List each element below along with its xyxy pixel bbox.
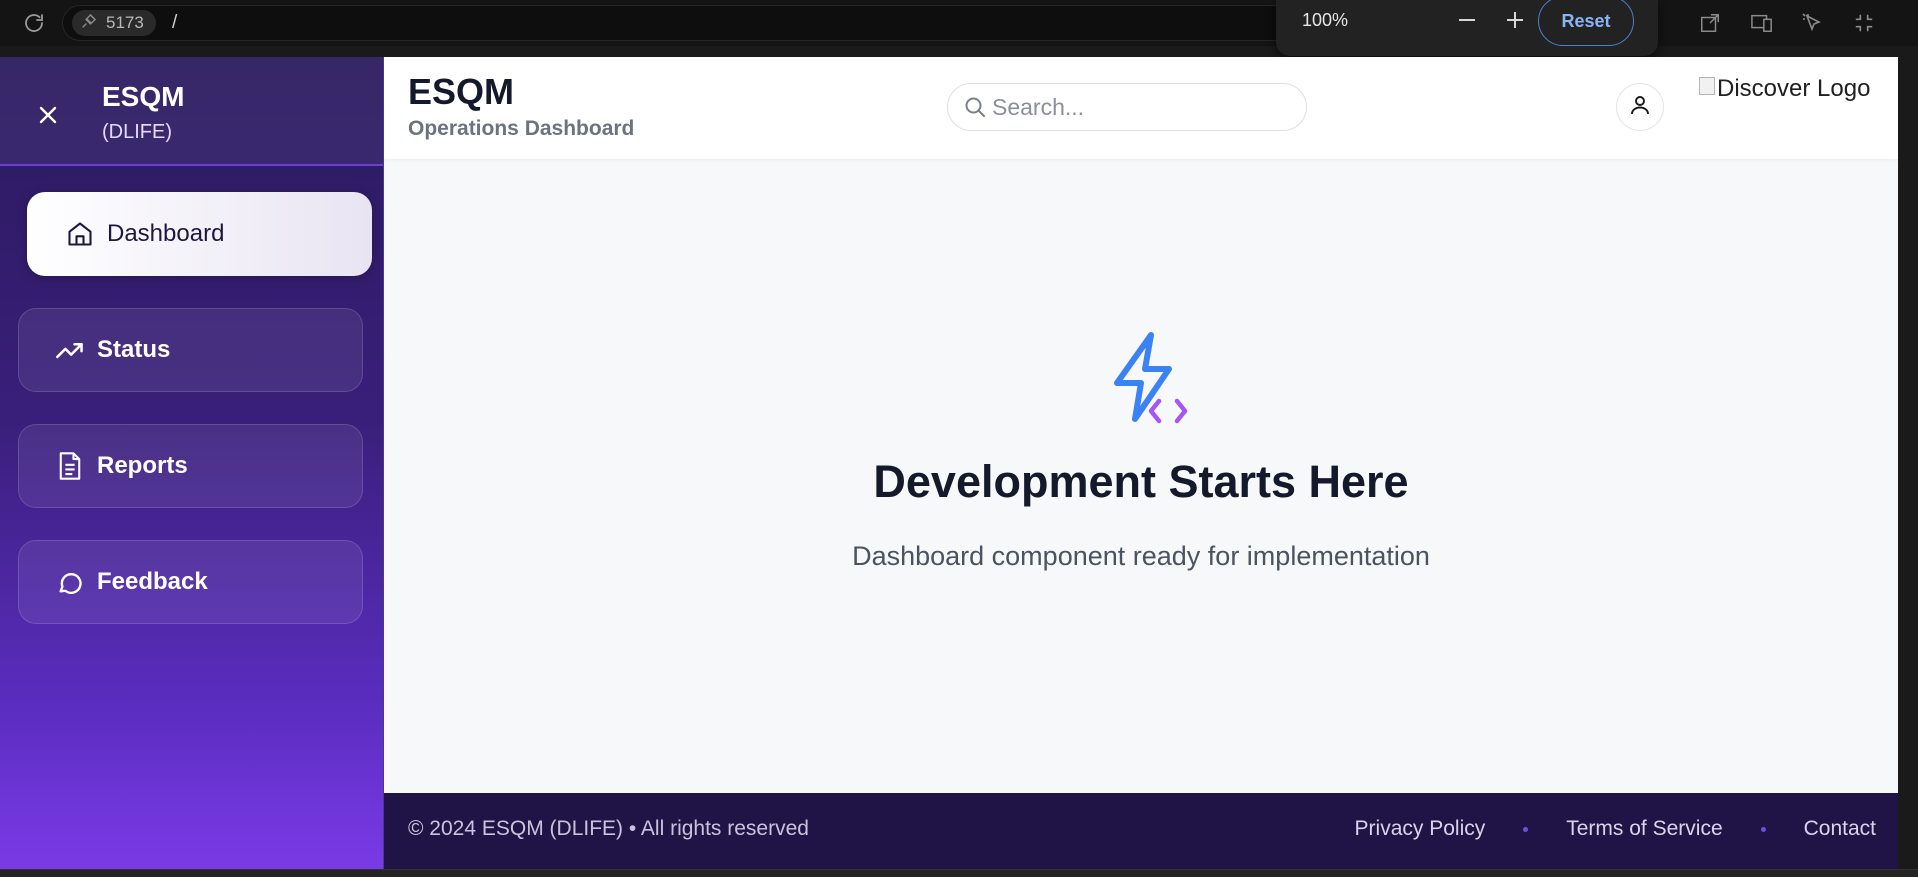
page-title: ESQM <box>408 71 515 112</box>
url-path: / <box>172 12 178 33</box>
sidebar-item-status[interactable]: Status <box>18 308 363 392</box>
privacy-policy-link[interactable]: Privacy Policy <box>1355 817 1486 841</box>
terms-of-service-link[interactable]: Terms of Service <box>1566 817 1722 841</box>
separator-dot <box>1523 826 1529 832</box>
sidebar-item-label: Status <box>97 336 171 363</box>
trending-up-icon <box>53 333 87 367</box>
sidebar-item-feedback[interactable]: Feedback <box>18 540 363 624</box>
port-chip[interactable]: 5173 <box>72 10 156 36</box>
home-icon <box>63 217 97 251</box>
broken-image-icon <box>1699 77 1715 95</box>
sidebar-item-label: Feedback <box>97 568 208 595</box>
top-header: ESQM Operations Dashboard Discover Logo <box>384 57 1898 159</box>
brand-logo[interactable]: Discover Logo <box>1699 75 1870 103</box>
sidebar-item-label: Dashboard <box>107 220 225 247</box>
search-box <box>947 83 1307 131</box>
document-icon <box>53 449 87 483</box>
brand-title: ESQM <box>102 81 185 112</box>
zoom-popup: 100% Reset <box>1276 0 1658 56</box>
zap-code-icon <box>1097 327 1207 427</box>
user-profile-button[interactable] <box>1616 83 1664 131</box>
sidebar-item-label: Reports <box>97 452 188 479</box>
brand-subtitle: (DLIFE) <box>102 121 172 143</box>
plug-icon <box>80 12 98 35</box>
separator-dot <box>1760 826 1766 832</box>
zoom-level: 100% <box>1302 10 1349 30</box>
close-icon[interactable] <box>30 97 66 133</box>
user-icon <box>1628 93 1652 122</box>
main-area: ESQM Operations Dashboard Discover Logo <box>384 57 1898 869</box>
exit-fullscreen-icon[interactable] <box>1850 9 1878 37</box>
hero-title: Development Starts Here <box>873 456 1409 507</box>
reload-icon[interactable] <box>20 9 48 37</box>
zoom-in-icon[interactable] <box>1500 6 1530 34</box>
zoom-reset-button[interactable]: Reset <box>1538 0 1634 46</box>
footer: © 2024 ESQM (DLIFE) • All rights reserve… <box>384 793 1898 869</box>
inspect-cursor-icon[interactable] <box>1798 9 1826 37</box>
open-external-icon[interactable] <box>1696 9 1724 37</box>
taskbar-strip <box>0 869 1918 877</box>
browser-toolbar: 5173 / 100% Reset <box>0 0 1918 56</box>
footer-links: Privacy Policy Terms of Service Contact <box>1355 817 1876 841</box>
app-root: ESQM (DLIFE) Dashboard Status Reports Fe… <box>0 57 1898 869</box>
search-input[interactable] <box>992 93 1292 121</box>
logo-alt-text: Discover Logo <box>1717 75 1871 102</box>
message-circle-icon <box>53 565 87 599</box>
copyright-text: © 2024 ESQM (DLIFE) • All rights reserve… <box>408 817 809 840</box>
sidebar-item-dashboard[interactable]: Dashboard <box>27 192 372 276</box>
page-subtitle: Operations Dashboard <box>408 117 635 140</box>
port-label: 5173 <box>106 13 144 32</box>
sidebar: ESQM (DLIFE) Dashboard Status Reports Fe… <box>0 57 383 869</box>
sidebar-item-reports[interactable]: Reports <box>18 424 363 508</box>
zoom-out-icon[interactable] <box>1452 6 1482 34</box>
search-icon <box>962 94 988 120</box>
device-toolbar-icon[interactable] <box>1748 9 1776 37</box>
hero-description: Dashboard component ready for implementa… <box>852 541 1430 571</box>
content-area: Development Starts Here Dashboard compon… <box>384 159 1898 793</box>
sidebar-header: ESQM (DLIFE) <box>0 57 383 166</box>
contact-link[interactable]: Contact <box>1804 817 1876 841</box>
address-bar[interactable] <box>62 5 1292 41</box>
